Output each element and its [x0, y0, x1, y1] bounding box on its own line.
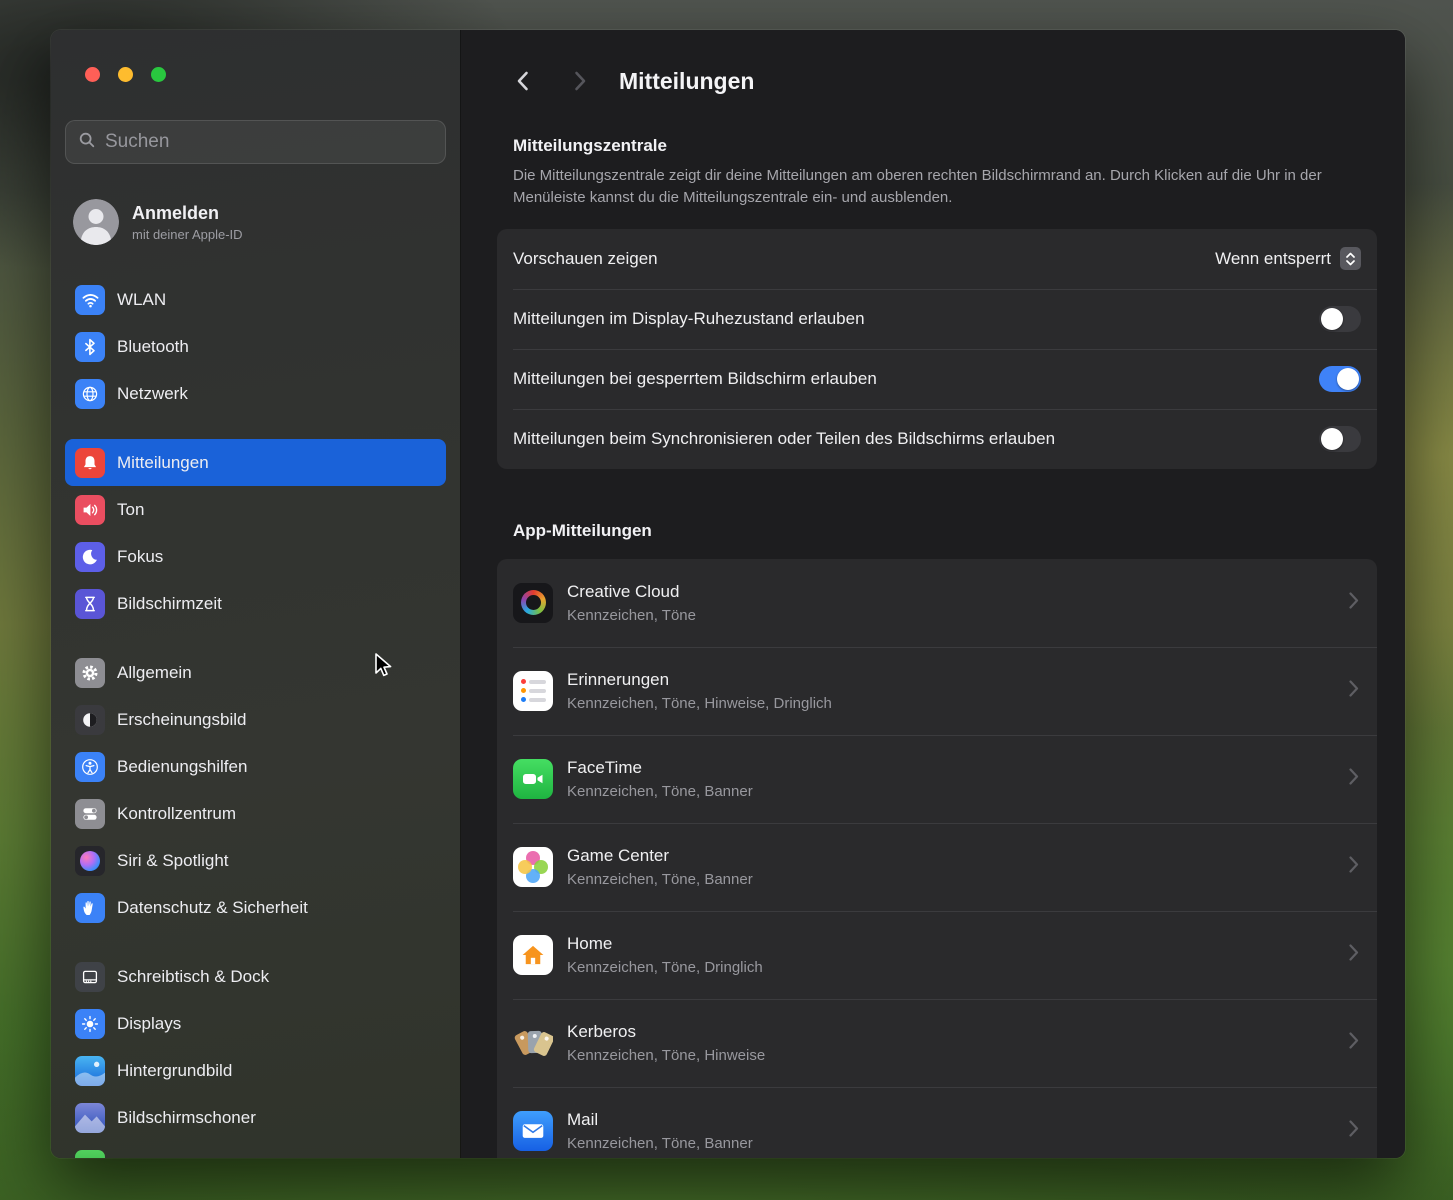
sidebar-item-partial[interactable] [65, 1141, 446, 1158]
forward-button[interactable] [567, 71, 593, 91]
speaker-icon [75, 495, 105, 525]
kerberos-icon [513, 1023, 553, 1063]
bell-icon [75, 448, 105, 478]
brightness-icon [75, 1009, 105, 1039]
sidebar-item-netzwerk[interactable]: Netzwerk [65, 370, 446, 417]
chevron-right-icon [1349, 768, 1361, 790]
mail-icon [513, 1111, 553, 1151]
chevron-right-icon [1349, 944, 1361, 966]
app-notifications-heading: App-Mitteilungen [513, 521, 1377, 541]
sidebar-group-network: WLAN Bluetooth Netzwerk [65, 276, 446, 417]
notification-center-card: Vorschauen zeigen Wenn entsperrt Mitteil… [497, 229, 1377, 469]
creative-cloud-icon [513, 583, 553, 623]
sidebar-item-datenschutz[interactable]: Datenschutz & Sicherheit [65, 884, 446, 931]
sidebar-item-schreibtisch-dock[interactable]: Schreibtisch & Dock [65, 953, 446, 1000]
avatar [73, 199, 119, 245]
apple-id-signin[interactable]: Anmelden mit deiner Apple-ID [65, 194, 446, 250]
account-subtitle: mit deiner Apple-ID [132, 227, 243, 242]
search-input[interactable] [105, 131, 433, 153]
reminders-icon [513, 671, 553, 711]
toggle-screen-sharing[interactable] [1319, 426, 1361, 452]
zoom-window-button[interactable] [151, 67, 166, 82]
main-panel: Mitteilungen Mitteilungszentrale Die Mit… [461, 30, 1405, 1158]
bluetooth-icon [75, 332, 105, 362]
sidebar-item-mitteilungen[interactable]: Mitteilungen [65, 439, 446, 486]
row-display-sleep: Mitteilungen im Display-Ruhezustand erla… [497, 289, 1377, 349]
chevron-right-icon [1349, 592, 1361, 614]
sidebar-item-bildschirmzeit[interactable]: Bildschirmzeit [65, 580, 446, 627]
facetime-icon [513, 759, 553, 799]
sidebar-group-general: Allgemein Erscheinungsbild Bedienungshil… [65, 649, 446, 931]
row-lock-screen: Mitteilungen bei gesperrtem Bildschirm e… [497, 349, 1377, 409]
popup-selected-value: Wenn entsperrt [1215, 249, 1331, 269]
search-field[interactable] [65, 120, 446, 164]
sidebar-item-hintergrundbild[interactable]: Hintergrundbild [65, 1047, 446, 1094]
popup-stepper-icon [1340, 247, 1361, 270]
sidebar-item-erscheinungsbild[interactable]: Erscheinungsbild [65, 696, 446, 743]
row-vorschauen-zeigen: Vorschauen zeigen Wenn entsperrt [497, 229, 1377, 289]
notification-center-heading: Mitteilungszentrale [513, 136, 1377, 156]
hourglass-icon [75, 589, 105, 619]
settings-content: Mitteilungszentrale Die Mitteilungszentr… [461, 136, 1405, 1158]
globe-icon [75, 379, 105, 409]
wallpaper-icon [75, 1056, 105, 1086]
row-screen-sharing: Mitteilungen beim Synchronisieren oder T… [497, 409, 1377, 469]
screensaver-icon [75, 1103, 105, 1133]
minimize-window-button[interactable] [118, 67, 133, 82]
accessibility-icon [75, 752, 105, 782]
siri-icon [75, 846, 105, 876]
sidebar-item-bildschirmschoner[interactable]: Bildschirmschoner [65, 1094, 446, 1141]
sidebar: Anmelden mit deiner Apple-ID WLAN Blueto… [51, 30, 461, 1158]
sidebar-item-siri-spotlight[interactable]: Siri & Spotlight [65, 837, 446, 884]
app-row-game-center[interactable]: Game Center Kennzeichen, Töne, Banner [497, 823, 1377, 911]
page-title: Mitteilungen [619, 68, 754, 95]
app-row-home[interactable]: Home Kennzeichen, Töne, Dringlich [497, 911, 1377, 999]
sidebar-item-bluetooth[interactable]: Bluetooth [65, 323, 446, 370]
sidebar-item-kontrollzentrum[interactable]: Kontrollzentrum [65, 790, 446, 837]
close-window-button[interactable] [85, 67, 100, 82]
notification-center-description: Die Mitteilungszentrale zeigt dir deine … [513, 165, 1368, 209]
chevron-right-icon [1349, 856, 1361, 878]
moon-icon [75, 542, 105, 572]
sidebar-item-bedienungshilfen[interactable]: Bedienungshilfen [65, 743, 446, 790]
battery-icon [75, 1150, 105, 1159]
gear-icon [75, 658, 105, 688]
app-row-facetime[interactable]: FaceTime Kennzeichen, Töne, Banner [497, 735, 1377, 823]
chevron-right-icon [1349, 1120, 1361, 1142]
sidebar-item-wlan[interactable]: WLAN [65, 276, 446, 323]
chevron-right-icon [1349, 1032, 1361, 1054]
sidebar-group-notifications: Mitteilungen Ton Fokus Bildschirmzeit [65, 439, 446, 627]
hand-icon [75, 893, 105, 923]
chevron-right-icon [1349, 680, 1361, 702]
main-header: Mitteilungen [461, 30, 1405, 102]
control-center-icon [75, 799, 105, 829]
app-row-mail[interactable]: Mail Kennzeichen, Töne, Banner [497, 1087, 1377, 1159]
show-previews-popup[interactable]: Wenn entsperrt [1215, 247, 1361, 270]
sidebar-group-desktop: Schreibtisch & Dock Displays Hintergrund… [65, 953, 446, 1158]
game-center-icon [513, 847, 553, 887]
app-row-erinnerungen[interactable]: Erinnerungen Kennzeichen, Töne, Hinweise… [497, 647, 1377, 735]
desktop-dock-icon [75, 962, 105, 992]
sidebar-item-ton[interactable]: Ton [65, 486, 446, 533]
wifi-icon [75, 285, 105, 315]
mouse-cursor [370, 652, 396, 685]
back-button[interactable] [509, 71, 535, 91]
sidebar-item-displays[interactable]: Displays [65, 1000, 446, 1047]
toggle-display-sleep[interactable] [1319, 306, 1361, 332]
system-settings-window: Anmelden mit deiner Apple-ID WLAN Blueto… [51, 30, 1405, 1158]
app-row-kerberos[interactable]: Kerberos Kennzeichen, Töne, Hinweise [497, 999, 1377, 1087]
window-controls [65, 66, 446, 82]
home-icon [513, 935, 553, 975]
sidebar-item-fokus[interactable]: Fokus [65, 533, 446, 580]
toggle-lock-screen[interactable] [1319, 366, 1361, 392]
search-icon [78, 131, 96, 154]
app-row-creative-cloud[interactable]: Creative Cloud Kennzeichen, Töne [497, 559, 1377, 647]
account-name: Anmelden [132, 203, 243, 224]
app-notifications-card: Creative Cloud Kennzeichen, Töne [497, 559, 1377, 1159]
appearance-icon [75, 705, 105, 735]
